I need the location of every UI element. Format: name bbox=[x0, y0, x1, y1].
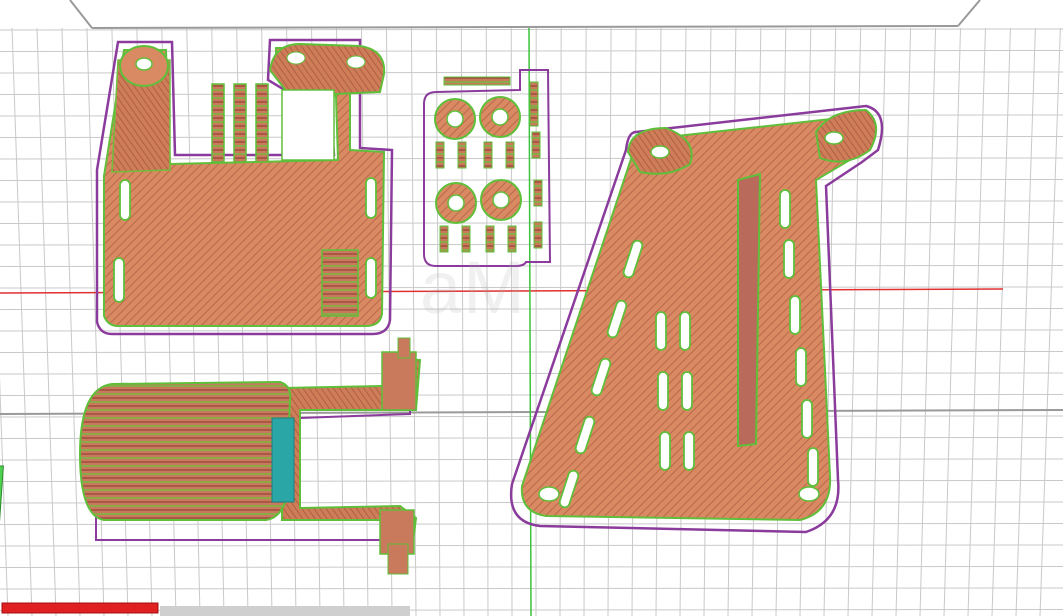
slot-hole bbox=[657, 371, 669, 411]
grid-line bbox=[943, 27, 962, 616]
grid-line bbox=[559, 27, 562, 616]
peg bbox=[533, 221, 543, 249]
bracket-plate-left[interactable] bbox=[95, 38, 394, 336]
peg bbox=[483, 141, 493, 169]
grid-line bbox=[0, 372, 1063, 375]
grid-line bbox=[1039, 27, 1061, 616]
slot-hole bbox=[779, 189, 791, 229]
triangular-mount-plate[interactable] bbox=[509, 104, 884, 534]
slicer-3d-viewport[interactable]: aM bbox=[0, 0, 1063, 616]
slot-hole bbox=[655, 311, 667, 351]
peg bbox=[529, 81, 539, 109]
peg bbox=[505, 141, 515, 169]
grid-line bbox=[895, 27, 912, 616]
grid-line bbox=[919, 27, 937, 616]
slot-hole bbox=[683, 431, 695, 471]
slot-hole bbox=[795, 347, 807, 387]
slot-hole bbox=[659, 431, 671, 471]
watermark: aM bbox=[420, 246, 527, 329]
small-parts-array[interactable] bbox=[423, 69, 552, 267]
slot-hole bbox=[679, 311, 691, 351]
peg bbox=[531, 131, 541, 159]
build-plate-scene[interactable] bbox=[0, 0, 1063, 616]
slot-hole bbox=[681, 371, 693, 411]
grid-line bbox=[991, 27, 1011, 616]
grid-line bbox=[0, 28, 1063, 31]
slot-hole bbox=[783, 239, 795, 279]
grid-line bbox=[1015, 27, 1036, 616]
peg bbox=[457, 141, 467, 169]
grid-line bbox=[967, 27, 986, 616]
support-material bbox=[271, 417, 295, 503]
slot-hole bbox=[807, 447, 819, 487]
slot-hole bbox=[801, 399, 813, 439]
peg bbox=[435, 141, 445, 169]
peg bbox=[533, 179, 543, 207]
grid-line bbox=[0, 351, 1063, 353]
slot-hole bbox=[789, 295, 801, 335]
